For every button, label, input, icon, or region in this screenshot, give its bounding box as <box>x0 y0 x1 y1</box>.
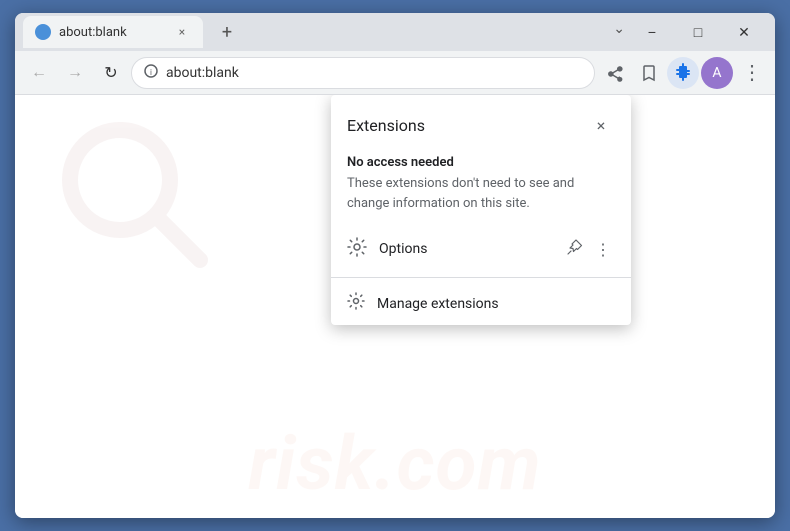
browser-window: about:blank × + ⌄ − □ ✕ ← → ↻ i about:bl… <box>15 13 775 518</box>
chevron-down-icon: ⌄ <box>609 17 629 47</box>
ext-more-button[interactable]: ⋮ <box>591 236 615 263</box>
new-tab-button[interactable]: + <box>213 18 241 46</box>
tab-title: about:blank <box>59 25 165 40</box>
manage-extensions-item[interactable]: Manage extensions <box>331 282 631 325</box>
panel-close-button[interactable]: × <box>587 111 615 139</box>
page-content: risk.com Extensions × No access needed T… <box>15 95 775 518</box>
extensions-button[interactable] <box>667 57 699 89</box>
no-access-label: No access needed <box>331 147 631 174</box>
more-options-button[interactable]: ⋮ <box>735 57 767 89</box>
extensions-panel: Extensions × No access needed These exte… <box>331 95 631 325</box>
bookmark-button[interactable] <box>633 57 665 89</box>
tab-close-button[interactable]: × <box>173 23 191 41</box>
svg-text:i: i <box>150 68 152 77</box>
address-text: about:blank <box>166 65 239 81</box>
panel-header: Extensions × <box>331 95 631 147</box>
watermark-text-container: risk.com <box>15 420 775 508</box>
maximize-button[interactable]: □ <box>675 17 721 47</box>
manage-extensions-label: Manage extensions <box>377 296 499 312</box>
close-button[interactable]: ✕ <box>721 17 767 47</box>
share-button[interactable] <box>599 57 631 89</box>
options-label: Options <box>379 241 551 257</box>
panel-title: Extensions <box>347 116 425 135</box>
address-bar[interactable]: i about:blank <box>131 57 595 89</box>
forward-button[interactable]: → <box>59 57 91 89</box>
no-access-description: These extensions don't need to see and c… <box>331 174 631 225</box>
window-controls: ⌄ − □ ✕ <box>609 17 767 47</box>
options-icon <box>347 237 367 262</box>
divider <box>331 277 631 278</box>
minimize-button[interactable]: − <box>629 17 675 47</box>
address-bar-row: ← → ↻ i about:blank A <box>15 51 775 95</box>
manage-icon <box>347 292 365 315</box>
ext-item-actions: ⋮ <box>563 235 615 263</box>
lock-icon: i <box>144 64 158 82</box>
options-item[interactable]: Options ⋮ <box>331 225 631 273</box>
magnifier-graphic <box>55 115 215 279</box>
watermark-text: risk.com <box>248 420 541 508</box>
reload-button[interactable]: ↻ <box>95 57 127 89</box>
tab-favicon <box>35 24 51 40</box>
pin-button[interactable] <box>563 235 587 263</box>
toolbar-icons: A ⋮ <box>599 57 767 89</box>
browser-tab[interactable]: about:blank × <box>23 16 203 48</box>
profile-button[interactable]: A <box>701 57 733 89</box>
back-button[interactable]: ← <box>23 57 55 89</box>
title-bar: about:blank × + ⌄ − □ ✕ <box>15 13 775 51</box>
